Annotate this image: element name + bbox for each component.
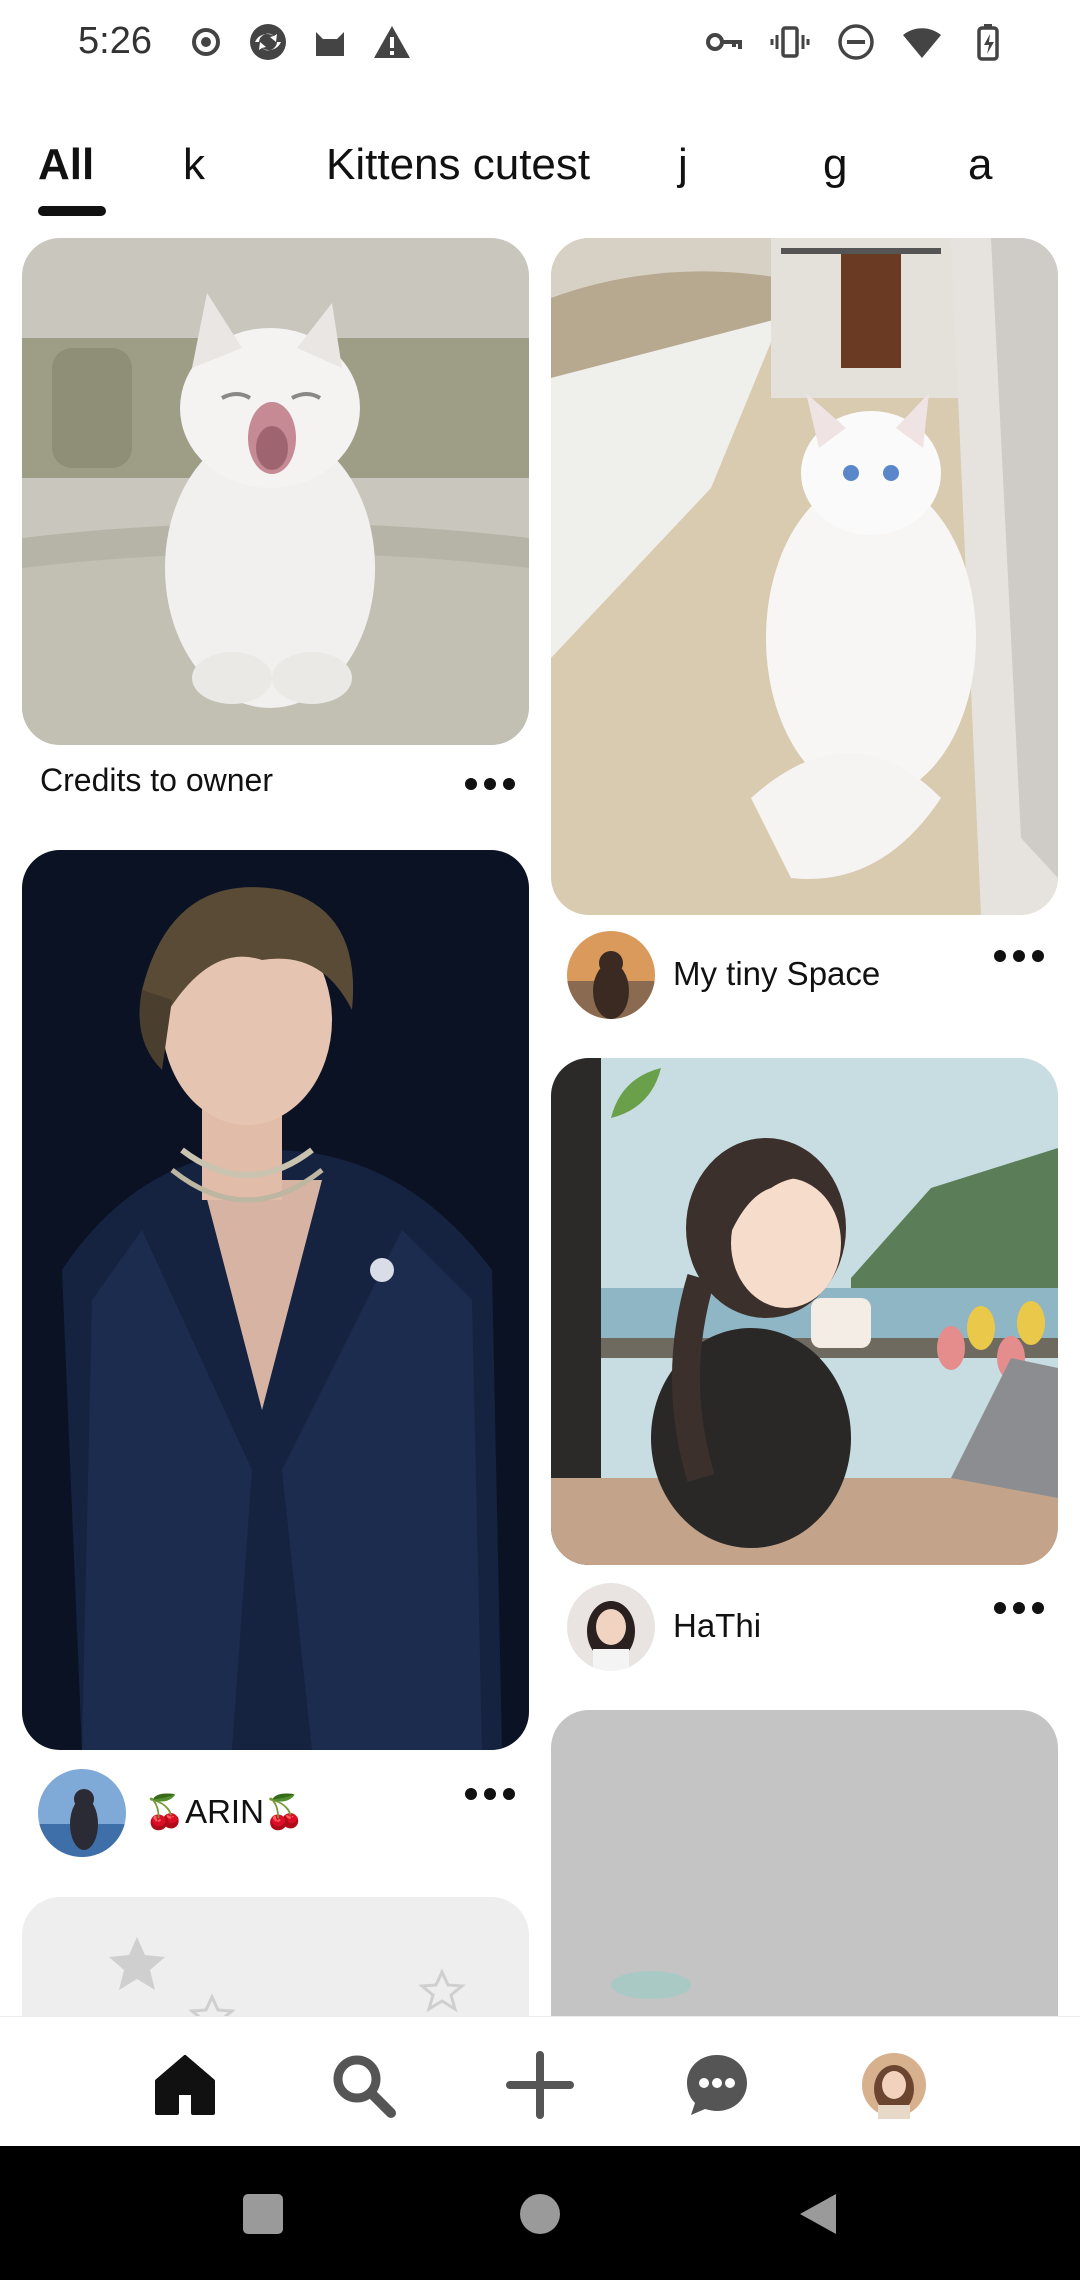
home-button[interactable] <box>512 2186 568 2242</box>
status-left-icons <box>186 22 412 62</box>
sync-icon <box>248 22 288 62</box>
create-icon[interactable] <box>504 2049 576 2121</box>
tab-a[interactable]: a <box>968 140 992 190</box>
status-bar: 5:26 <box>0 0 1080 90</box>
tab-j[interactable]: j <box>678 140 688 190</box>
more-options-anime-girl[interactable] <box>994 1598 1044 1618</box>
cat-icon <box>310 22 350 62</box>
bottom-nav <box>0 2016 1080 2146</box>
avatar-my-tiny-space[interactable] <box>567 931 655 1019</box>
messages-icon[interactable] <box>681 2049 753 2121</box>
record-icon <box>186 22 226 62</box>
more-options-white-cat[interactable] <box>994 946 1044 966</box>
avatar-arin[interactable] <box>38 1769 126 1857</box>
active-tab-indicator <box>38 206 106 216</box>
more-options-kitten-yawn[interactable] <box>465 774 515 794</box>
recents-button[interactable] <box>235 2186 291 2242</box>
pin-caption-kitten-yawn[interactable]: Credits to owner <box>40 762 273 799</box>
pin-image-white-cat[interactable] <box>551 238 1058 915</box>
pin-user-my-tiny-space[interactable]: My tiny Space <box>673 955 880 993</box>
vibrate-icon <box>770 22 810 62</box>
search-icon[interactable] <box>327 2049 399 2121</box>
tab-kittens-cutest[interactable]: Kittens cutest <box>326 140 590 190</box>
home-icon[interactable] <box>149 2049 221 2121</box>
back-button[interactable] <box>790 2186 846 2242</box>
board-tabs: All k Kittens cutest j g a <box>0 140 1080 220</box>
more-options-idol[interactable] <box>465 1784 515 1804</box>
battery-charging-icon <box>968 22 1008 62</box>
system-nav-bar <box>0 2146 1080 2280</box>
pin-image-stars[interactable] <box>22 1897 529 2016</box>
pin-user-hathi[interactable]: HaThi <box>673 1607 761 1645</box>
pin-image-idol[interactable] <box>22 850 529 1750</box>
status-right-icons <box>704 22 1008 62</box>
wifi-icon <box>902 22 942 62</box>
tab-k[interactable]: k <box>183 140 205 190</box>
warning-icon <box>372 22 412 62</box>
profile-avatar[interactable] <box>858 2049 930 2121</box>
pin-image-kitten-yawn[interactable] <box>22 238 529 745</box>
pin-user-arin[interactable]: 🍒ARIN🍒 <box>144 1793 305 1832</box>
dnd-icon <box>836 22 876 62</box>
pin-image-anime-girl[interactable] <box>551 1058 1058 1565</box>
tab-g[interactable]: g <box>823 140 847 190</box>
status-time: 5:26 <box>78 20 152 62</box>
avatar-hathi[interactable] <box>567 1583 655 1671</box>
pin-image-grey[interactable] <box>551 1710 1058 2016</box>
vpn-key-icon <box>704 22 744 62</box>
tab-all[interactable]: All <box>38 140 94 190</box>
pin-feed[interactable]: Credits to owner My tiny Space 🍒ARIN🍒 Ha… <box>0 236 1080 2016</box>
